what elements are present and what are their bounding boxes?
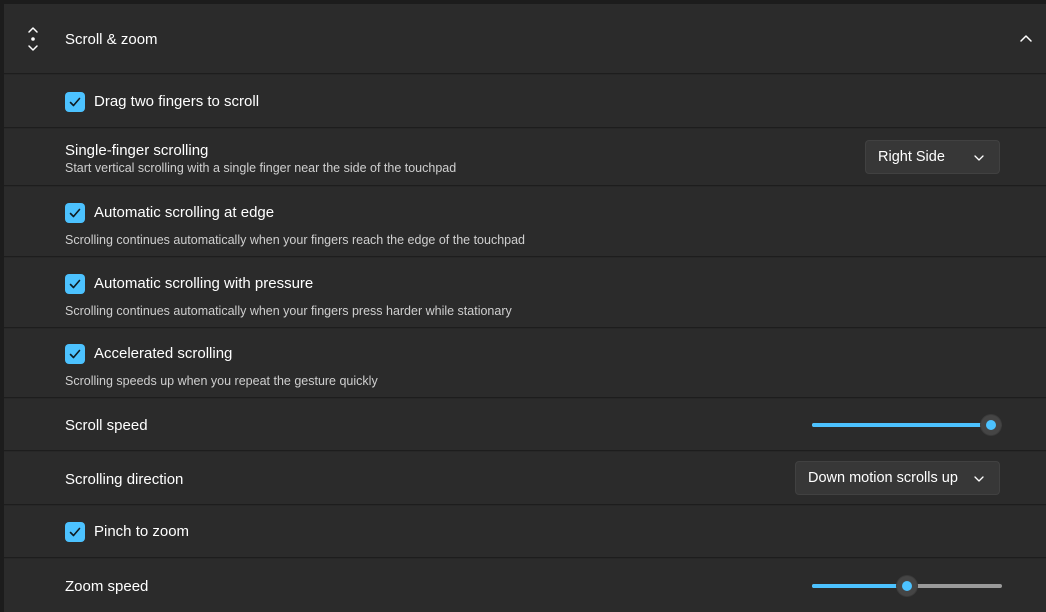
checkmark-icon [69, 349, 81, 359]
drag-two-fingers-label: Drag two fingers to scroll [94, 93, 260, 110]
pinch-to-zoom-checkbox[interactable] [65, 522, 85, 542]
slider-thumb[interactable] [980, 415, 1001, 435]
chevron-down-icon [974, 476, 984, 482]
chevron-down-icon [974, 155, 984, 161]
drag-two-fingers-checkbox[interactable] [65, 92, 85, 112]
slider-fill [812, 423, 991, 427]
scroll-zoom-panel: Scroll & zoom Drag two fingers to scroll… [4, 4, 1046, 612]
zoom-speed-slider[interactable] [812, 576, 1002, 596]
scroll-speed-slider[interactable] [812, 415, 1002, 435]
section-title: Scroll & zoom [65, 31, 158, 48]
section-header[interactable]: Scroll & zoom [4, 4, 1046, 74]
single-finger-value: Right Side [878, 149, 945, 165]
auto-scroll-pressure-label: Automatic scrolling with pressure [94, 275, 314, 292]
scrolling-direction-label: Scrolling direction [65, 471, 184, 488]
slider-fill [812, 584, 907, 588]
auto-scroll-pressure-desc: Scrolling continues automatically when y… [65, 304, 512, 318]
chevron-up-icon[interactable] [1018, 30, 1034, 46]
scrolling-direction-dropdown[interactable]: Down motion scrolls up [795, 461, 1000, 495]
single-finger-dropdown[interactable]: Right Side [865, 140, 1000, 174]
scrolling-direction-value: Down motion scrolls up [808, 470, 958, 486]
row-auto-scroll-edge: Automatic scrolling at edge Scrolling co… [4, 187, 1046, 257]
row-scrolling-direction: Scrolling direction Down motion scrolls … [4, 452, 1046, 505]
row-pinch-to-zoom: Pinch to zoom [4, 506, 1046, 558]
accelerated-scrolling-label: Accelerated scrolling [94, 345, 233, 362]
pinch-to-zoom-label: Pinch to zoom [94, 523, 190, 540]
checkmark-icon [69, 527, 81, 537]
accelerated-scrolling-checkbox[interactable] [65, 344, 85, 364]
row-scroll-speed: Scroll speed [4, 399, 1046, 451]
single-finger-desc: Start vertical scrolling with a single f… [65, 161, 457, 175]
row-accelerated-scrolling: Accelerated scrolling Scrolling speeds u… [4, 329, 1046, 398]
auto-scroll-edge-desc: Scrolling continues automatically when y… [65, 233, 526, 247]
scroll-arrows-icon [28, 27, 38, 51]
row-drag-two-fingers: Drag two fingers to scroll [4, 75, 1046, 128]
row-auto-scroll-pressure: Automatic scrolling with pressure Scroll… [4, 258, 1046, 328]
accelerated-scrolling-desc: Scrolling speeds up when you repeat the … [65, 374, 378, 388]
single-finger-label: Single-finger scrolling [65, 142, 209, 159]
row-single-finger-scrolling: Single-finger scrolling Start vertical s… [4, 129, 1046, 186]
zoom-speed-label: Zoom speed [65, 578, 149, 595]
row-zoom-speed: Zoom speed [4, 559, 1046, 612]
slider-thumb[interactable] [897, 576, 917, 596]
auto-scroll-pressure-checkbox[interactable] [65, 274, 85, 294]
checkmark-icon [69, 97, 81, 107]
auto-scroll-edge-checkbox[interactable] [65, 203, 85, 223]
auto-scroll-edge-label: Automatic scrolling at edge [94, 204, 275, 221]
checkmark-icon [69, 279, 81, 289]
scroll-speed-label: Scroll speed [65, 417, 148, 434]
checkmark-icon [69, 208, 81, 218]
